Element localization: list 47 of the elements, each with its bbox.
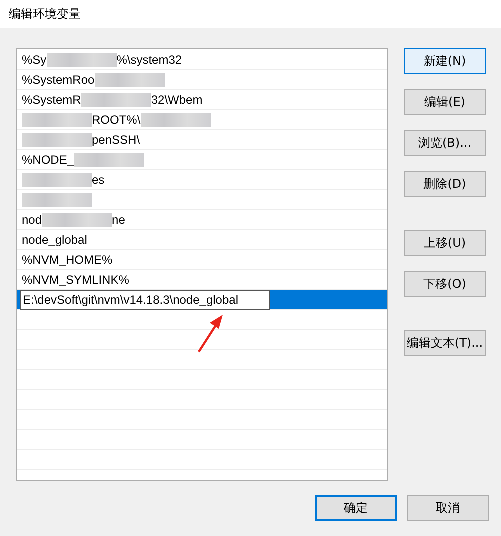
- path-text: 32\Wbem: [151, 92, 203, 106]
- dialog-button[interactable]: 新建(N): [404, 48, 486, 74]
- redaction-mask: [22, 112, 92, 126]
- list-row[interactable]: %NVM_HOME%: [17, 250, 387, 270]
- path-text: ne: [112, 212, 126, 226]
- path-text: %SystemRoo: [22, 72, 95, 86]
- path-text: es: [92, 172, 105, 186]
- list-row[interactable]: es: [17, 170, 387, 190]
- path-text: %NVM_SYMLINK%: [22, 272, 130, 286]
- path-text: %SystemR: [22, 92, 82, 106]
- dialog-button[interactable]: 删除(D): [404, 171, 486, 197]
- edit-field[interactable]: E:\devSoft\git\nvm\v14.18.3\node_global: [20, 290, 270, 310]
- list-row[interactable]: nod ne: [17, 210, 387, 230]
- list-row[interactable]: [17, 190, 387, 210]
- path-text: %Sy: [22, 52, 47, 66]
- path-text: %\system32: [116, 52, 182, 66]
- dialog-button[interactable]: 下移(O): [404, 271, 486, 297]
- dialog-button[interactable]: 编辑文本(T)...: [404, 330, 486, 356]
- list-row[interactable]: E:\devSoft\git\nvm\v14.18.3\node_global: [17, 290, 387, 310]
- dialog-button[interactable]: 确定: [315, 495, 397, 521]
- window-title: 编辑环境变量: [9, 6, 81, 22]
- dialog-button[interactable]: 浏览(B)...: [404, 130, 486, 156]
- redaction-mask: [22, 172, 92, 186]
- path-text: penSSH\: [92, 132, 140, 146]
- list-row[interactable]: %SystemRoo: [17, 70, 387, 90]
- list-row[interactable]: penSSH\: [17, 130, 387, 150]
- path-text: node_global: [22, 232, 88, 246]
- list-row[interactable]: node_global: [17, 230, 387, 250]
- redaction-mask: [46, 52, 117, 66]
- list-row[interactable]: ROOT%\: [17, 110, 387, 130]
- redaction-mask: [140, 112, 211, 126]
- redaction-mask: [94, 72, 165, 86]
- dialog-button[interactable]: 上移(U): [404, 230, 486, 256]
- path-text: ROOT%\: [92, 112, 141, 126]
- redaction-mask: [42, 212, 112, 226]
- dialog-button[interactable]: 取消: [407, 495, 489, 521]
- list-row[interactable]: %NODE_: [17, 150, 387, 170]
- path-text: %NODE_: [22, 152, 74, 166]
- dialog-button[interactable]: 编辑(E): [404, 89, 486, 115]
- path-text: nod: [22, 212, 42, 226]
- list-row[interactable]: %Sy %\system32: [17, 50, 387, 70]
- redaction-mask: [74, 152, 144, 166]
- redaction-mask: [22, 132, 92, 146]
- path-text: %NVM_HOME%: [22, 252, 113, 266]
- list-row[interactable]: %SystemR 32\Wbem: [17, 90, 387, 110]
- redaction-mask: [81, 92, 152, 106]
- redaction-mask: [22, 192, 92, 206]
